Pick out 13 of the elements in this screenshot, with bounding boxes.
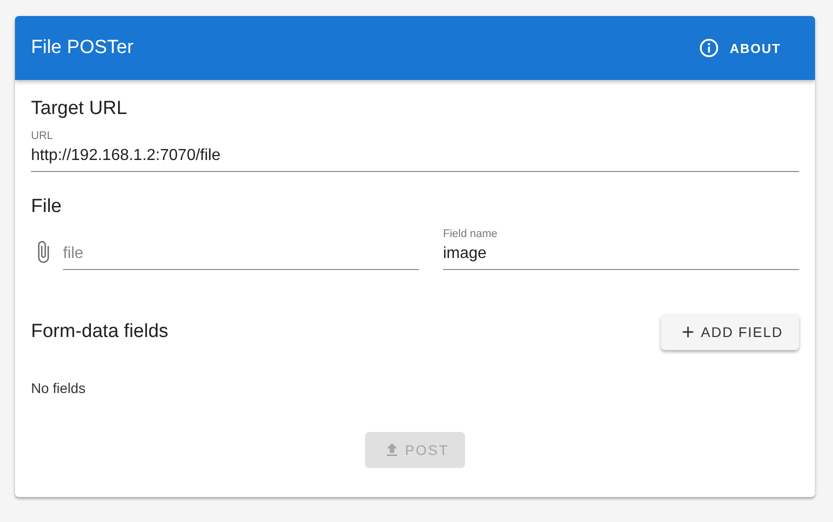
about-button[interactable]: ABOUT <box>680 31 799 65</box>
section-heading: Target URL <box>31 98 128 120</box>
info-icon <box>698 37 720 59</box>
file-field[interactable]: file <box>63 241 419 270</box>
field-name-field[interactable]: image <box>443 241 799 270</box>
field-label: Field name <box>443 228 498 241</box>
section-heading: File <box>31 196 63 218</box>
section-heading: Form-data fields <box>31 321 168 343</box>
empty-message: No fields <box>31 380 86 396</box>
field-label: URL <box>31 130 54 143</box>
app-title: File POSTer <box>31 37 134 59</box>
add-field-button[interactable]: ADD FIELD <box>660 314 799 350</box>
url-field[interactable]: http://192.168.1.2:7070/file <box>31 143 799 172</box>
